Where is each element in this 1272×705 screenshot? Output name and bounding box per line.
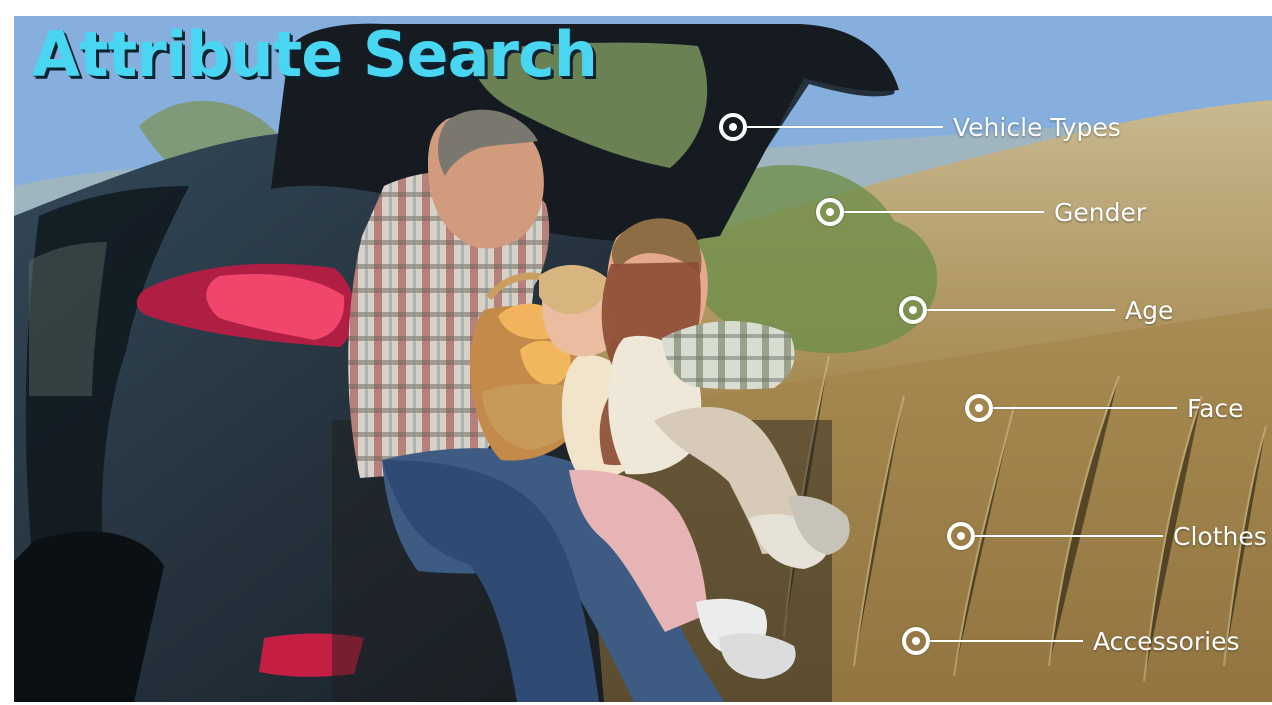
callout-line: [844, 211, 1044, 213]
attribute-label: Age: [1125, 295, 1174, 325]
callout-line: [993, 407, 1177, 409]
callout-line: [975, 535, 1163, 537]
attribute-label: Clothes: [1173, 521, 1267, 551]
attribute-label: Face: [1187, 393, 1244, 423]
page-title: Attribute Search: [32, 18, 598, 91]
callout-gender: Gender: [816, 194, 1146, 230]
callout-age: Age: [899, 292, 1173, 328]
attribute-label: Vehicle Types: [953, 112, 1121, 142]
photo-frame: Attribute Search Vehicle Types Gender Ag…: [14, 16, 1272, 702]
callout-line: [747, 126, 943, 128]
callout-line: [930, 640, 1083, 642]
target-icon: [899, 296, 927, 324]
attribute-label: Accessories: [1093, 626, 1240, 656]
target-icon: [965, 394, 993, 422]
target-icon: [902, 627, 930, 655]
target-icon: [816, 198, 844, 226]
callout-vehicle-types: Vehicle Types: [719, 109, 1121, 145]
callout-accessories: Accessories: [902, 623, 1240, 659]
callout-line: [927, 309, 1115, 311]
callout-face: Face: [965, 390, 1244, 426]
target-icon: [947, 522, 975, 550]
callout-clothes: Clothes: [947, 518, 1267, 554]
attribute-label: Gender: [1054, 197, 1147, 227]
target-icon: [719, 113, 747, 141]
